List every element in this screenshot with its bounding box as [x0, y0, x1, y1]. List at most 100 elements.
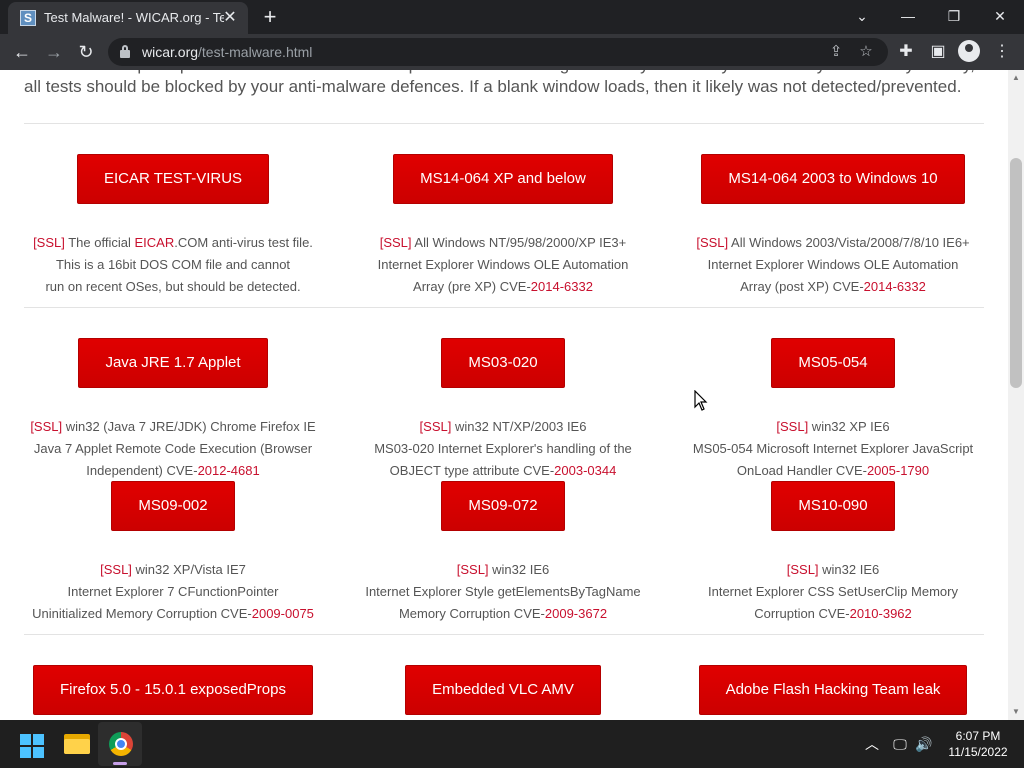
- test-button-ms10-090[interactable]: MS10-090: [771, 481, 895, 531]
- desc-text: This is a 16bit DOS COM file and cannot: [55, 257, 291, 272]
- cve-link[interactable]: 2010-3962: [850, 606, 912, 621]
- ssl-link[interactable]: [SSL]: [33, 235, 65, 250]
- test-button-ms05-054[interactable]: MS05-054: [771, 338, 895, 388]
- browser-tab[interactable]: S Test Malware! - WICAR.org - Test ✕: [8, 2, 248, 34]
- desc-text: Java 7 Applet Remote Code Execution (Bro…: [33, 441, 313, 456]
- scroll-up-arrow-icon[interactable]: ▲: [1012, 74, 1020, 82]
- desc-text: Internet Explorer Windows OLE Automation: [707, 257, 959, 272]
- divider: [24, 634, 984, 635]
- desc-text: .COM anti-virus test file.: [174, 235, 313, 250]
- browser-toolbar: ← → ↻ wicar.org/test-malware.html ⇪ ☆ ✚ …: [0, 34, 1024, 70]
- test-item: EICAR TEST-VIRUS [SSL] The official EICA…: [8, 154, 338, 298]
- desc-text: OBJECT type attribute CVE-: [389, 463, 555, 478]
- desc-text: Internet Explorer CSS SetUserClip Memory: [708, 584, 958, 599]
- cve-link[interactable]: 2003-0344: [554, 463, 616, 478]
- test-item: MS14-064 2003 to Windows 10 [SSL] All Wi…: [668, 154, 998, 298]
- profile-avatar-icon[interactable]: [958, 40, 980, 62]
- tab-title: Test Malware! - WICAR.org - Test: [44, 10, 224, 25]
- desc-text: win32 XP/Vista IE7: [131, 562, 246, 577]
- site-favicon-icon: S: [20, 10, 36, 26]
- url-text[interactable]: wicar.org/test-malware.html: [142, 44, 312, 60]
- test-description: [SSL] All Windows NT/95/98/2000/XP IE3+ …: [338, 232, 668, 298]
- page-viewport: Each test will open up a new browser win…: [0, 70, 1008, 720]
- system-clock[interactable]: 6:07 PM 11/15/2022: [938, 728, 1018, 760]
- cve-link[interactable]: 2009-3672: [545, 606, 607, 621]
- ssl-link[interactable]: [SSL]: [457, 562, 489, 577]
- new-tab-icon[interactable]: +: [258, 6, 282, 30]
- cve-link[interactable]: 2005-1790: [867, 463, 929, 478]
- test-button-ms14-064-2003[interactable]: MS14-064 2003 to Windows 10: [701, 154, 965, 204]
- ssl-link[interactable]: [SSL]: [100, 562, 132, 577]
- desc-text: win32 (Java 7 JRE/JDK) Chrome Firefox IE: [62, 419, 316, 434]
- lock-icon[interactable]: [120, 45, 130, 58]
- address-bar[interactable]: wicar.org/test-malware.html ⇪ ☆: [108, 38, 888, 66]
- tray-chevron-icon[interactable]: ︿: [862, 734, 882, 754]
- windows-start-icon[interactable]: [20, 734, 44, 758]
- bookmark-star-icon[interactable]: ☆: [856, 42, 876, 62]
- desc-text: win32 XP IE6: [808, 419, 890, 434]
- tab-search-chevron-icon[interactable]: ⌄: [848, 4, 876, 28]
- desc-text: Array (pre XP) CVE-: [413, 279, 531, 294]
- forward-arrow-icon[interactable]: →: [42, 40, 66, 64]
- intro-paragraph: Each test will open up a new browser win…: [24, 70, 975, 96]
- back-arrow-icon[interactable]: ←: [10, 40, 34, 64]
- desc-text: win32 NT/XP/2003 IE6: [451, 419, 587, 434]
- scroll-down-arrow-icon[interactable]: ▼: [1012, 708, 1020, 716]
- minimize-icon[interactable]: —: [894, 4, 922, 28]
- desc-text: All Windows NT/95/98/2000/XP IE3+: [411, 235, 627, 250]
- ssl-link[interactable]: [SSL]: [420, 419, 452, 434]
- desc-text: Array (post XP) CVE-: [740, 279, 864, 294]
- desc-text: run on recent OSes, but should be detect…: [45, 279, 301, 294]
- test-button-eicar[interactable]: EICAR TEST-VIRUS: [76, 154, 270, 204]
- desc-text: OnLoad Handler CVE-: [736, 463, 867, 478]
- url-path: /test-malware.html: [198, 44, 313, 60]
- reload-icon[interactable]: ↻: [74, 40, 98, 64]
- cve-link[interactable]: 2014-6332: [531, 279, 593, 294]
- mouse-cursor-icon: [694, 390, 708, 411]
- vertical-scrollbar[interactable]: ▲ ▼: [1008, 70, 1024, 720]
- restore-icon[interactable]: ❐: [940, 4, 968, 28]
- cve-link[interactable]: 2014-6332: [864, 279, 926, 294]
- test-button-ms09-072[interactable]: MS09-072: [441, 481, 565, 531]
- test-item: MS09-002 [SSL] win32 XP/Vista IE7 Intern…: [8, 481, 338, 625]
- scroll-thumb[interactable]: [1010, 158, 1022, 388]
- clock-date: 11/15/2022: [948, 745, 1008, 759]
- divider: [24, 307, 984, 308]
- share-icon[interactable]: ⇪: [826, 42, 846, 62]
- desc-text: Uninitialized Memory Corruption CVE-: [32, 606, 252, 621]
- volume-icon[interactable]: 🔊: [914, 734, 934, 754]
- ssl-link[interactable]: [SSL]: [787, 562, 819, 577]
- close-window-icon[interactable]: ✕: [986, 4, 1014, 28]
- ssl-link[interactable]: [SSL]: [380, 235, 412, 250]
- test-item: MS09-072 [SSL] win32 IE6 Internet Explor…: [338, 481, 668, 625]
- test-button-adobe-flash[interactable]: Adobe Flash Hacking Team leak: [698, 665, 968, 715]
- test-button-firefox-exposedprops[interactable]: Firefox 5.0 - 15.0.1 exposedProps: [33, 665, 313, 715]
- test-button-ms09-002[interactable]: MS09-002: [111, 481, 235, 531]
- test-description: [SSL] The official EICAR.COM anti-virus …: [8, 232, 338, 298]
- test-button-embedded-vlc[interactable]: Embedded VLC AMV: [405, 665, 601, 715]
- test-item: Adobe Flash Hacking Team leak: [668, 665, 998, 715]
- desc-text: Corruption CVE-: [754, 606, 850, 621]
- network-icon[interactable]: 🖵: [890, 734, 910, 754]
- extensions-puzzle-icon[interactable]: ✚: [894, 40, 918, 64]
- test-button-ms14-064-xp[interactable]: MS14-064 XP and below: [393, 154, 613, 204]
- desc-text: Internet Explorer Windows OLE Automation: [377, 257, 629, 272]
- cve-link[interactable]: 2009-0075: [252, 606, 314, 621]
- file-explorer-icon[interactable]: [64, 732, 90, 754]
- test-button-ms03-020[interactable]: MS03-020: [441, 338, 565, 388]
- desc-text: The official: [64, 235, 135, 250]
- eicar-link[interactable]: EICAR: [134, 235, 174, 250]
- browser-menu-icon[interactable]: ⋮: [990, 40, 1014, 64]
- tab-close-icon[interactable]: ✕: [220, 8, 240, 28]
- ssl-link[interactable]: [SSL]: [776, 419, 808, 434]
- cve-link[interactable]: 2012-4681: [198, 463, 260, 478]
- desc-text: Memory Corruption CVE-: [398, 606, 545, 621]
- test-item: MS14-064 XP and below [SSL] All Windows …: [338, 154, 668, 298]
- side-panel-icon[interactable]: ▣: [926, 40, 950, 64]
- test-button-java-jre[interactable]: Java JRE 1.7 Applet: [78, 338, 268, 388]
- ssl-link[interactable]: [SSL]: [30, 419, 62, 434]
- ssl-link[interactable]: [SSL]: [696, 235, 728, 250]
- url-domain: wicar.org: [142, 44, 199, 60]
- chrome-icon[interactable]: [109, 732, 133, 756]
- test-description: [SSL] win32 NT/XP/2003 IE6 MS03-020 Inte…: [338, 416, 668, 482]
